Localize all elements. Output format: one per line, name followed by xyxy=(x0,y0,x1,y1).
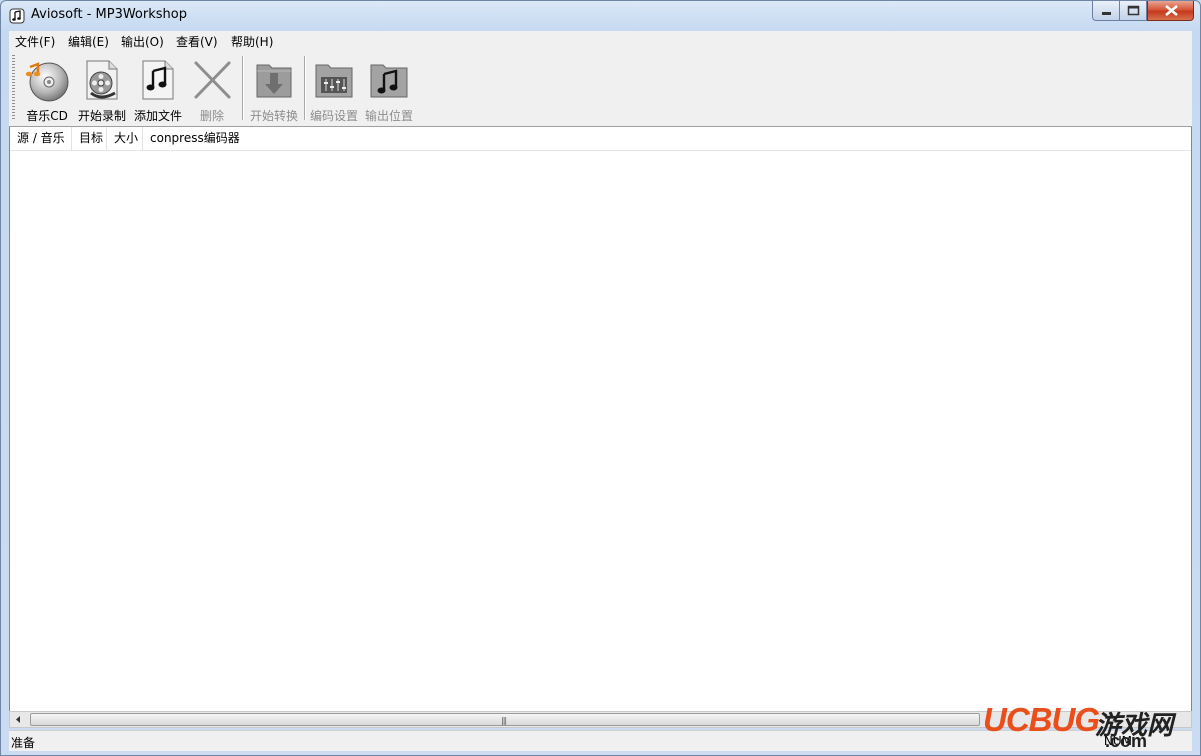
output-folder-icon xyxy=(370,64,408,98)
title-bar[interactable]: Aviosoft - MP3Workshop xyxy=(1,1,1200,31)
output-location-button[interactable]: 输出位置 xyxy=(362,55,416,123)
start-convert-button[interactable]: 开始转换 xyxy=(247,55,301,123)
maximize-button[interactable] xyxy=(1120,1,1147,21)
film-reel-icon xyxy=(86,60,118,100)
watermark-domain: .com xyxy=(1105,731,1148,751)
toolbar: 音乐CD 开始录制 添加文件 删除 开始转换 编码设置 输出位置 xyxy=(9,50,1192,127)
scroll-thumb[interactable]: ||| xyxy=(30,713,980,726)
encoder-settings-label: 编码设置 xyxy=(309,109,358,123)
encoder-settings-icon xyxy=(315,64,353,98)
delete-label: 删除 xyxy=(199,109,224,123)
add-file-button[interactable]: 添加文件 xyxy=(131,55,185,123)
close-icon xyxy=(1165,4,1178,17)
column-target[interactable]: 目标 xyxy=(72,127,107,150)
add-file-label: 添加文件 xyxy=(133,109,182,123)
menu-edit[interactable]: 编辑(E) xyxy=(68,33,109,50)
toolbar-grip[interactable] xyxy=(12,55,15,121)
arrow-left-icon xyxy=(16,716,20,723)
cd-music-icon xyxy=(25,62,69,102)
app-music-icon[interactable] xyxy=(9,8,25,24)
menu-help[interactable]: 帮助(H) xyxy=(231,33,273,50)
minimize-icon xyxy=(1102,12,1111,15)
scroll-left-button[interactable] xyxy=(10,712,27,727)
file-list[interactable]: 源 / 音乐 目标 大小 conpress编码器 xyxy=(9,127,1192,711)
menu-view[interactable]: 查看(V) xyxy=(176,33,218,50)
column-size[interactable]: 大小 xyxy=(107,127,143,150)
start-record-button[interactable]: 开始录制 xyxy=(75,55,129,123)
music-cd-label: 音乐CD xyxy=(26,109,68,123)
column-encoder[interactable]: conpress编码器 xyxy=(143,127,248,150)
watermark-brand: UCBUG xyxy=(983,701,1100,738)
status-text: 准备 xyxy=(11,736,36,750)
maximize-icon xyxy=(1127,5,1140,16)
list-header: 源 / 音乐 目标 大小 conpress编码器 xyxy=(10,127,1191,151)
menu-file[interactable]: 文件(F) xyxy=(15,33,55,50)
scroll-grip-icon: ||| xyxy=(501,716,507,725)
encoder-settings-button[interactable]: 编码设置 xyxy=(308,55,360,123)
start-convert-label: 开始转换 xyxy=(249,109,298,123)
column-source[interactable]: 源 / 音乐 xyxy=(10,127,72,150)
watermark-logo: UCBUG 游戏网 .com xyxy=(983,701,1195,753)
output-location-label: 输出位置 xyxy=(364,109,413,123)
add-music-file-icon xyxy=(142,60,174,100)
window-title: Aviosoft - MP3Workshop xyxy=(31,7,187,22)
start-convert-icon xyxy=(256,64,292,98)
delete-button[interactable]: 删除 xyxy=(187,55,237,123)
menu-bar: 文件(F) 编辑(E) 输出(O) 查看(V) 帮助(H) xyxy=(9,31,1192,50)
menu-output[interactable]: 输出(O) xyxy=(121,33,164,50)
toolbar-separator xyxy=(242,56,244,120)
music-cd-button[interactable]: 音乐CD xyxy=(21,55,73,123)
start-record-label: 开始录制 xyxy=(77,109,126,123)
app-window: Aviosoft - MP3Workshop 文件(F) 编辑(E) 输出(O)… xyxy=(0,0,1201,756)
close-button[interactable] xyxy=(1147,1,1194,21)
delete-x-icon xyxy=(194,61,231,99)
minimize-button[interactable] xyxy=(1092,1,1120,21)
toolbar-separator xyxy=(304,56,306,120)
